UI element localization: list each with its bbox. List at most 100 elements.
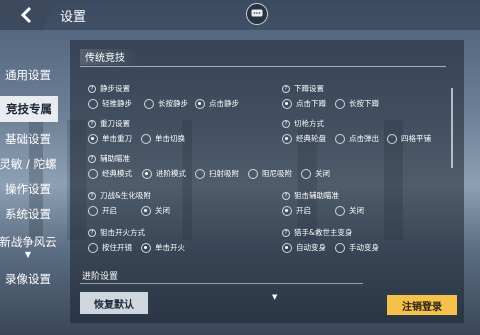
option-label: 按住开镜 [102,243,132,252]
radio-icon [141,133,151,144]
scrollbar[interactable] [451,88,453,168]
option-light-push[interactable]: 轻推静步 [88,98,144,109]
option-label: 关闭 [155,206,170,215]
radio-selected-icon [282,242,292,253]
setting-label: 静步设置 [100,84,130,93]
option-hold-crouch[interactable]: 长按下蹲 [335,98,379,109]
option-damping-snap[interactable]: 阻尼吸附 [248,168,301,179]
option-off[interactable]: 关闭 [335,205,364,216]
setting-aim-assist: ? 辅助瞄准 经典模式 进阶模式 扫射吸附 阻尼吸附 关闭 [88,153,330,179]
radio-selected-icon [195,98,205,109]
setting-hunter-transform: ? 猎手&救世主变身 自动变身 手动变身 [282,227,379,253]
help-icon[interactable]: ? [88,191,96,200]
option-spray-snap[interactable]: 扫射吸附 [195,168,248,179]
radio-icon [335,205,345,216]
radio-icon [335,98,345,109]
advanced-divider [80,283,363,284]
option-label: 轻推静步 [102,99,132,108]
radio-icon [88,205,98,216]
help-icon[interactable]: ? [282,191,290,200]
option-auto-transform[interactable]: 自动变身 [282,242,335,253]
option-label: 点击弹出 [349,134,379,143]
option-off[interactable]: 关闭 [301,168,330,179]
option-label: 开启 [296,206,311,215]
option-label: 手动变身 [349,243,379,252]
option-single-switch[interactable]: 单击切换 [141,133,185,144]
help-icon[interactable]: ? [282,228,290,237]
option-off[interactable]: 关闭 [141,205,170,216]
setting-label: 切枪方式 [294,119,324,128]
help-icon[interactable]: ? [88,119,96,128]
sidebar-item-replay[interactable]: 录像设置 [0,266,56,292]
option-manual-transform[interactable]: 手动变身 [335,242,379,253]
help-icon[interactable]: ? [88,154,96,163]
sidebar-item-system[interactable]: 系统设置 [0,201,56,227]
sidebar-item-general[interactable]: 通用设置 [0,62,56,88]
advanced-settings-label: 进阶设置 [82,272,119,282]
setting-knife-bio-snap: ? 刀战&生化吸附 开启 关闭 [88,190,170,216]
help-icon[interactable]: ? [88,228,96,237]
option-label: 单击切换 [155,134,185,143]
radio-icon [248,168,258,179]
sidebar-item-new-war[interactable]: 新战争风云 ▼ [0,231,57,261]
setting-crouch: ? 下蹲设置 点击下蹲 长按下蹲 [282,83,379,109]
setting-label: 重刀设置 [100,119,130,128]
chat-button[interactable] [246,3,268,25]
help-icon[interactable]: ? [282,84,290,93]
scroll-down-icon: ▼ [272,293,278,301]
setting-label: 刀战&生化吸附 [100,191,151,200]
chat-bubble-icon [251,9,263,17]
setting-label: 猎手&救世主变身 [294,228,353,237]
option-label: 关闭 [349,206,364,215]
option-on[interactable]: 开启 [282,205,335,216]
setting-label: 狙击辅助瞄准 [294,191,339,200]
option-classic-mode[interactable]: 经典模式 [88,168,142,179]
radio-icon [88,98,98,109]
option-label: 进阶模式 [156,169,186,178]
option-label: 开启 [102,206,117,215]
sidebar-item-sensitivity[interactable]: 灵敏 / 陀螺 [0,151,57,177]
radio-selected-icon [282,98,292,109]
option-classic-wheel[interactable]: 经典轮盘 [282,133,335,144]
radio-icon [335,133,345,144]
option-hold-scope[interactable]: 按住开镜 [88,242,141,253]
radio-selected-icon [142,168,152,179]
sidebar-item-competitive[interactable]: 竞技专属 [0,96,58,122]
option-on[interactable]: 开启 [88,205,141,216]
option-label: 经典轮盘 [296,134,326,143]
setting-quiet-step: ? 静步设置 轻推静步 长按静步 点击静步 [88,83,239,109]
sidebar-item-controls[interactable]: 操作设置 [0,176,56,202]
option-hold[interactable]: 长按静步 [144,98,195,109]
logout-button[interactable]: 注销登录 [387,295,457,315]
option-label: 关闭 [315,169,330,178]
option-label: 点击下蹲 [296,99,326,108]
option-label: 长按静步 [158,99,188,108]
option-label: 四格平铺 [401,134,431,143]
restore-default-button[interactable]: 恢复默认 [80,292,148,314]
setting-label: 狙击开火方式 [100,228,145,237]
option-single-heavy[interactable]: 单击重刀 [88,133,141,144]
option-label: 长按下蹲 [349,99,379,108]
radio-selected-icon [282,133,292,144]
setting-sniper-fire-mode: ? 狙击开火方式 按住开镜 单击开火 [88,227,185,253]
help-icon[interactable]: ? [88,84,96,93]
radio-selected-icon [282,205,292,216]
radio-icon [88,168,98,179]
option-click-crouch[interactable]: 点击下蹲 [282,98,335,109]
option-four-grid[interactable]: 四格平铺 [387,133,431,144]
setting-label: 下蹲设置 [294,84,324,93]
radio-selected-icon [141,242,151,253]
page-title: 设置 [60,10,87,25]
radio-icon [387,133,397,144]
radio-icon [301,168,311,179]
help-icon[interactable]: ? [282,119,290,128]
option-click-fire[interactable]: 单击开火 [141,242,185,253]
option-label: 单击重刀 [102,134,132,143]
option-click-popup[interactable]: 点击弹出 [335,133,387,144]
setting-sniper-aim-assist: ? 狙击辅助瞄准 开启 关闭 [282,190,364,216]
option-click[interactable]: 点击静步 [195,98,239,109]
radio-selected-icon [88,133,98,144]
sidebar-item-basic[interactable]: 基础设置 [0,126,56,152]
section-divider [80,66,446,67]
option-advanced-mode[interactable]: 进阶模式 [142,168,195,179]
